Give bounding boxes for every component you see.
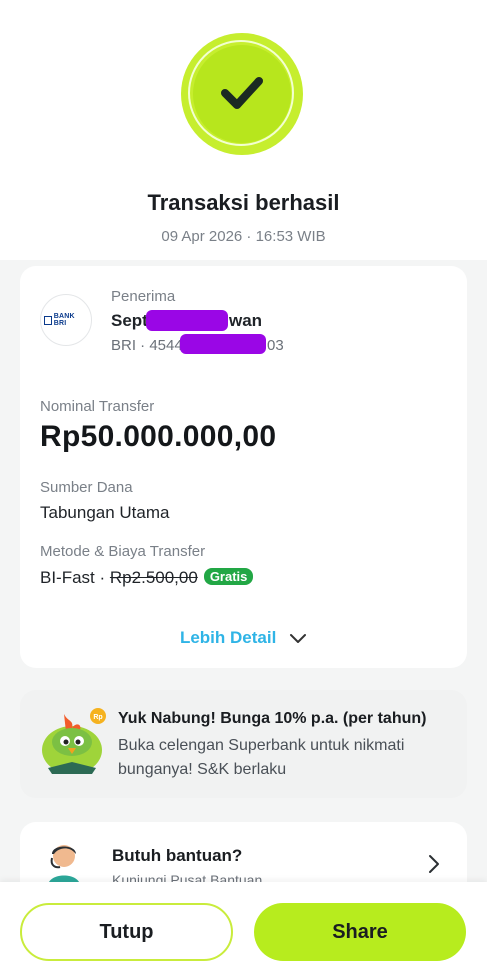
help-title: Butuh bantuan? (112, 846, 243, 865)
recipient-account-end: 03 (267, 337, 284, 354)
chevron-right-icon (429, 855, 439, 873)
recipient-label: Penerima (111, 288, 176, 305)
original-fee: Rp2.500,00 (109, 568, 198, 587)
bank-logo: BANK BRI (40, 294, 92, 346)
coin-text: Rp (93, 714, 102, 721)
transfer-amount: Rp50.000.000,00 (40, 420, 277, 453)
more-detail-label: Lebih Detail (179, 628, 277, 647)
recipient-account-start: BRI · 4544 (111, 337, 183, 354)
method-label: Metode & Biaya Transfer (40, 543, 206, 560)
more-detail-link[interactable]: Lebih Detail (20, 628, 467, 648)
promo-body: Buka celengan Superbank untuk nikmati bu… (118, 737, 405, 778)
redaction-mark (180, 334, 266, 354)
check-icon (221, 77, 263, 109)
free-badge: Gratis (203, 568, 254, 585)
bank-logo-text: BANK BRI (53, 313, 75, 327)
chevron-down-icon (290, 634, 307, 643)
bottom-action-bar: Tutup Share (0, 882, 487, 967)
success-badge (181, 33, 303, 155)
page-title: Transaksi berhasil (147, 190, 340, 215)
close-button[interactable]: Tutup (20, 903, 233, 961)
savings-promo-banner[interactable]: Rp Yuk Nabung! Bunga 10% p.a. (per tahun… (20, 690, 467, 798)
recipient-name-end: wan (229, 311, 263, 330)
transaction-datetime: 09 Apr 2026 · 16:53 WIB (161, 228, 326, 245)
success-header: Transaksi berhasil 09 Apr 2026 · 16:53 W… (0, 0, 487, 260)
promo-title: Yuk Nabung! Bunga 10% p.a. (per tahun) (118, 710, 427, 727)
method-name: BI-Fast · (40, 568, 110, 587)
share-button[interactable]: Share (254, 903, 466, 961)
transaction-detail-card: BANK BRI Penerima Sept wan BRI · 4544 03… (20, 266, 467, 668)
bird-mascot-icon: Rp (42, 708, 106, 774)
method-value: BI-Fast · Rp2.500,00 Gratis (40, 568, 254, 588)
support-agent-icon (48, 845, 80, 886)
amount-label: Nominal Transfer (40, 398, 155, 415)
source-value: Tabungan Utama (40, 503, 170, 522)
source-label: Sumber Dana (40, 479, 133, 496)
recipient-name-start: Sept (111, 311, 148, 330)
redaction-mark (146, 310, 228, 331)
